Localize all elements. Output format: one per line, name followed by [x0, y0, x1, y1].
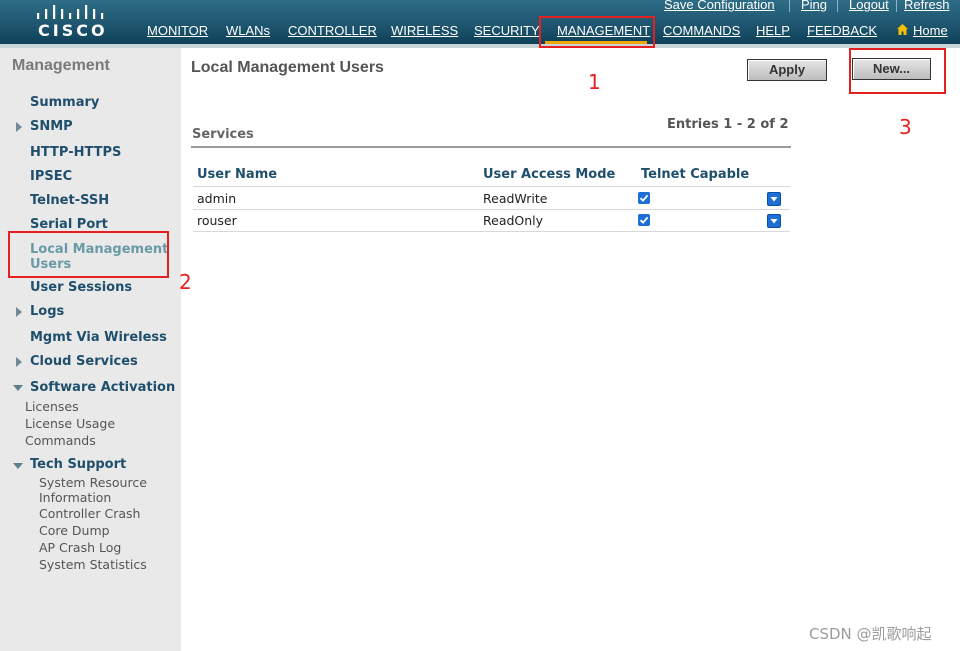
page-title: Local Management Users [191, 59, 384, 76]
refresh-link[interactable]: Refresh [904, 0, 950, 12]
sidebar-item-snmp[interactable]: SNMP [30, 119, 73, 134]
sidebar-subitem-controller-crash[interactable]: Controller Crash [39, 505, 140, 522]
ping-link[interactable]: Ping [801, 0, 827, 12]
nav-commands[interactable]: COMMANDS [663, 23, 740, 38]
utility-divider [789, 0, 790, 12]
sidebar-item-logs[interactable]: Logs [30, 304, 64, 319]
sidebar-item-software-activation[interactable]: Software Activation [30, 380, 175, 395]
sidebar-subitem-information[interactable]: Information [39, 489, 111, 506]
annotation-number: 1 [588, 70, 601, 94]
nav-monitor[interactable]: MONITOR [147, 23, 208, 38]
annotation-box-local-management-users [8, 231, 169, 278]
section-divider [191, 146, 791, 148]
nav-controller[interactable]: CONTROLLER [288, 23, 377, 38]
sidebar-item-mgmt-via-wireless[interactable]: Mgmt Via Wireless [30, 330, 167, 345]
sidebar-item-summary[interactable]: Summary [30, 95, 99, 110]
row-actions-dropdown-icon[interactable] [767, 214, 781, 228]
sidebar: Management Summary SNMP HTTP-HTTPS IPSEC… [0, 48, 181, 651]
sidebar-item-telnet-ssh[interactable]: Telnet-SSH [30, 193, 109, 208]
nav-help[interactable]: HELP [756, 23, 790, 38]
sidebar-subitem-commands[interactable]: Commands [25, 432, 96, 449]
top-header-bar: CISCO Save Configuration Ping Logout Ref… [0, 0, 960, 44]
column-header-user-access-mode: User Access Mode [483, 167, 616, 182]
sidebar-title: Management [12, 57, 110, 74]
nav-security[interactable]: SECURITY [474, 23, 540, 38]
sidebar-item-user-sessions[interactable]: User Sessions [30, 280, 132, 295]
row-actions-dropdown-icon[interactable] [767, 192, 781, 206]
sidebar-subitem-system-statistics[interactable]: System Statistics [39, 556, 147, 573]
nav-home[interactable]: Home [913, 23, 948, 38]
table-divider [193, 231, 790, 232]
cell-access-mode: ReadOnly [483, 213, 544, 228]
table-divider [193, 186, 790, 187]
expand-arrow-icon[interactable] [16, 307, 22, 317]
expand-arrow-icon[interactable] [16, 357, 22, 367]
annotation-box-management-tab [539, 16, 655, 48]
apply-button[interactable]: Apply [747, 59, 827, 81]
nav-wlans[interactable]: WLANs [226, 23, 270, 38]
sidebar-subitem-ap-crash-log[interactable]: AP Crash Log [39, 539, 121, 556]
cell-access-mode: ReadWrite [483, 191, 548, 206]
cisco-logo-bars-icon [37, 5, 104, 19]
sidebar-subitem-core-dump[interactable]: Core Dump [39, 522, 110, 539]
table-divider [193, 209, 790, 210]
utility-divider [837, 0, 838, 12]
sidebar-item-http-https[interactable]: HTTP-HTTPS [30, 145, 121, 160]
entries-count: Entries 1 - 2 of 2 [667, 117, 789, 132]
sidebar-item-tech-support[interactable]: Tech Support [30, 457, 126, 472]
collapse-arrow-icon[interactable] [13, 463, 23, 469]
telnet-capable-checkbox[interactable] [638, 192, 650, 204]
sidebar-item-ipsec[interactable]: IPSEC [30, 169, 72, 184]
sidebar-item-cloud-services[interactable]: Cloud Services [30, 354, 138, 369]
expand-arrow-icon[interactable] [16, 122, 22, 132]
column-header-telnet-capable: Telnet Capable [641, 167, 750, 182]
annotation-number: 2 [179, 270, 192, 294]
logout-link[interactable]: Logout [849, 0, 889, 12]
collapse-arrow-icon[interactable] [13, 385, 23, 391]
telnet-capable-checkbox[interactable] [638, 214, 650, 226]
column-header-user-name: User Name [197, 167, 278, 182]
nav-feedback[interactable]: FEEDBACK [807, 23, 877, 38]
annotation-number: 3 [899, 115, 912, 139]
sidebar-item-serial-port[interactable]: Serial Port [30, 217, 108, 232]
utility-divider [896, 0, 897, 12]
cisco-logo-text: CISCO [38, 21, 108, 40]
section-title: Services [192, 127, 254, 142]
annotation-box-new-button [849, 48, 946, 94]
home-icon[interactable] [897, 24, 908, 35]
sidebar-subitem-license-usage[interactable]: License Usage [25, 415, 115, 432]
save-configuration-link[interactable]: Save Configuration [664, 0, 775, 12]
cell-user-name: admin [197, 191, 237, 206]
cell-user-name: rouser [197, 213, 237, 228]
watermark: CSDN @凯歌响起 [809, 625, 932, 643]
nav-wireless[interactable]: WIRELESS [391, 23, 458, 38]
sidebar-subitem-licenses[interactable]: Licenses [25, 398, 79, 415]
cisco-logo: CISCO [36, 0, 116, 44]
